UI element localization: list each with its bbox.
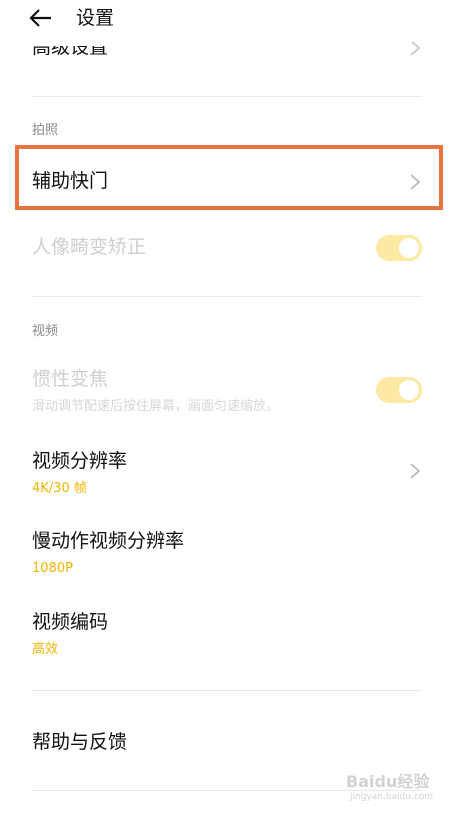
watermark-brand: Baidu经验 bbox=[346, 772, 430, 791]
divider bbox=[32, 296, 422, 297]
highlight-box bbox=[15, 145, 443, 210]
help-feedback-item[interactable]: 帮助与反馈 bbox=[32, 729, 127, 755]
slowmo-resolution-item[interactable]: 慢动作视频分辨率 bbox=[32, 528, 184, 554]
watermark-url: jingyan.baidu.com bbox=[350, 792, 434, 802]
portrait-correction-toggle[interactable] bbox=[376, 235, 422, 261]
inertia-zoom-toggle[interactable] bbox=[376, 377, 422, 403]
arrow-left-icon[interactable] bbox=[28, 4, 54, 32]
video-codec-value: 高效 bbox=[32, 642, 59, 657]
inertia-zoom-description: 滑动调节配速后按住屏幕，画面匀速缩放。 bbox=[32, 399, 280, 414]
toggle-knob bbox=[399, 238, 419, 258]
slowmo-resolution-value: 1080P bbox=[32, 561, 73, 576]
section-title-video: 视频 bbox=[32, 324, 59, 339]
settings-page: 高级设置 设置 拍照 辅助快门 人像畸变矫正 视频 惯性变焦 滑动调节配速后按住… bbox=[0, 0, 462, 818]
video-resolution-value: 4K/30 帧 bbox=[32, 481, 87, 496]
portrait-correction-item: 人像畸变矫正 bbox=[32, 236, 147, 258]
baidu-watermark: Baidu经验 jingyan.baidu.com bbox=[340, 760, 452, 810]
divider bbox=[32, 96, 422, 97]
inertia-zoom-item: 惯性变焦 bbox=[32, 368, 109, 390]
divider bbox=[32, 690, 422, 691]
video-codec-item[interactable]: 视频编码 bbox=[32, 609, 108, 635]
section-title-photo: 拍照 bbox=[32, 123, 59, 138]
chevron-right-icon bbox=[408, 461, 422, 481]
video-resolution-item[interactable]: 视频分辨率 bbox=[32, 448, 127, 474]
page-title: 设置 bbox=[76, 7, 115, 29]
app-header: 设置 bbox=[0, 0, 462, 42]
toggle-knob bbox=[399, 380, 419, 400]
